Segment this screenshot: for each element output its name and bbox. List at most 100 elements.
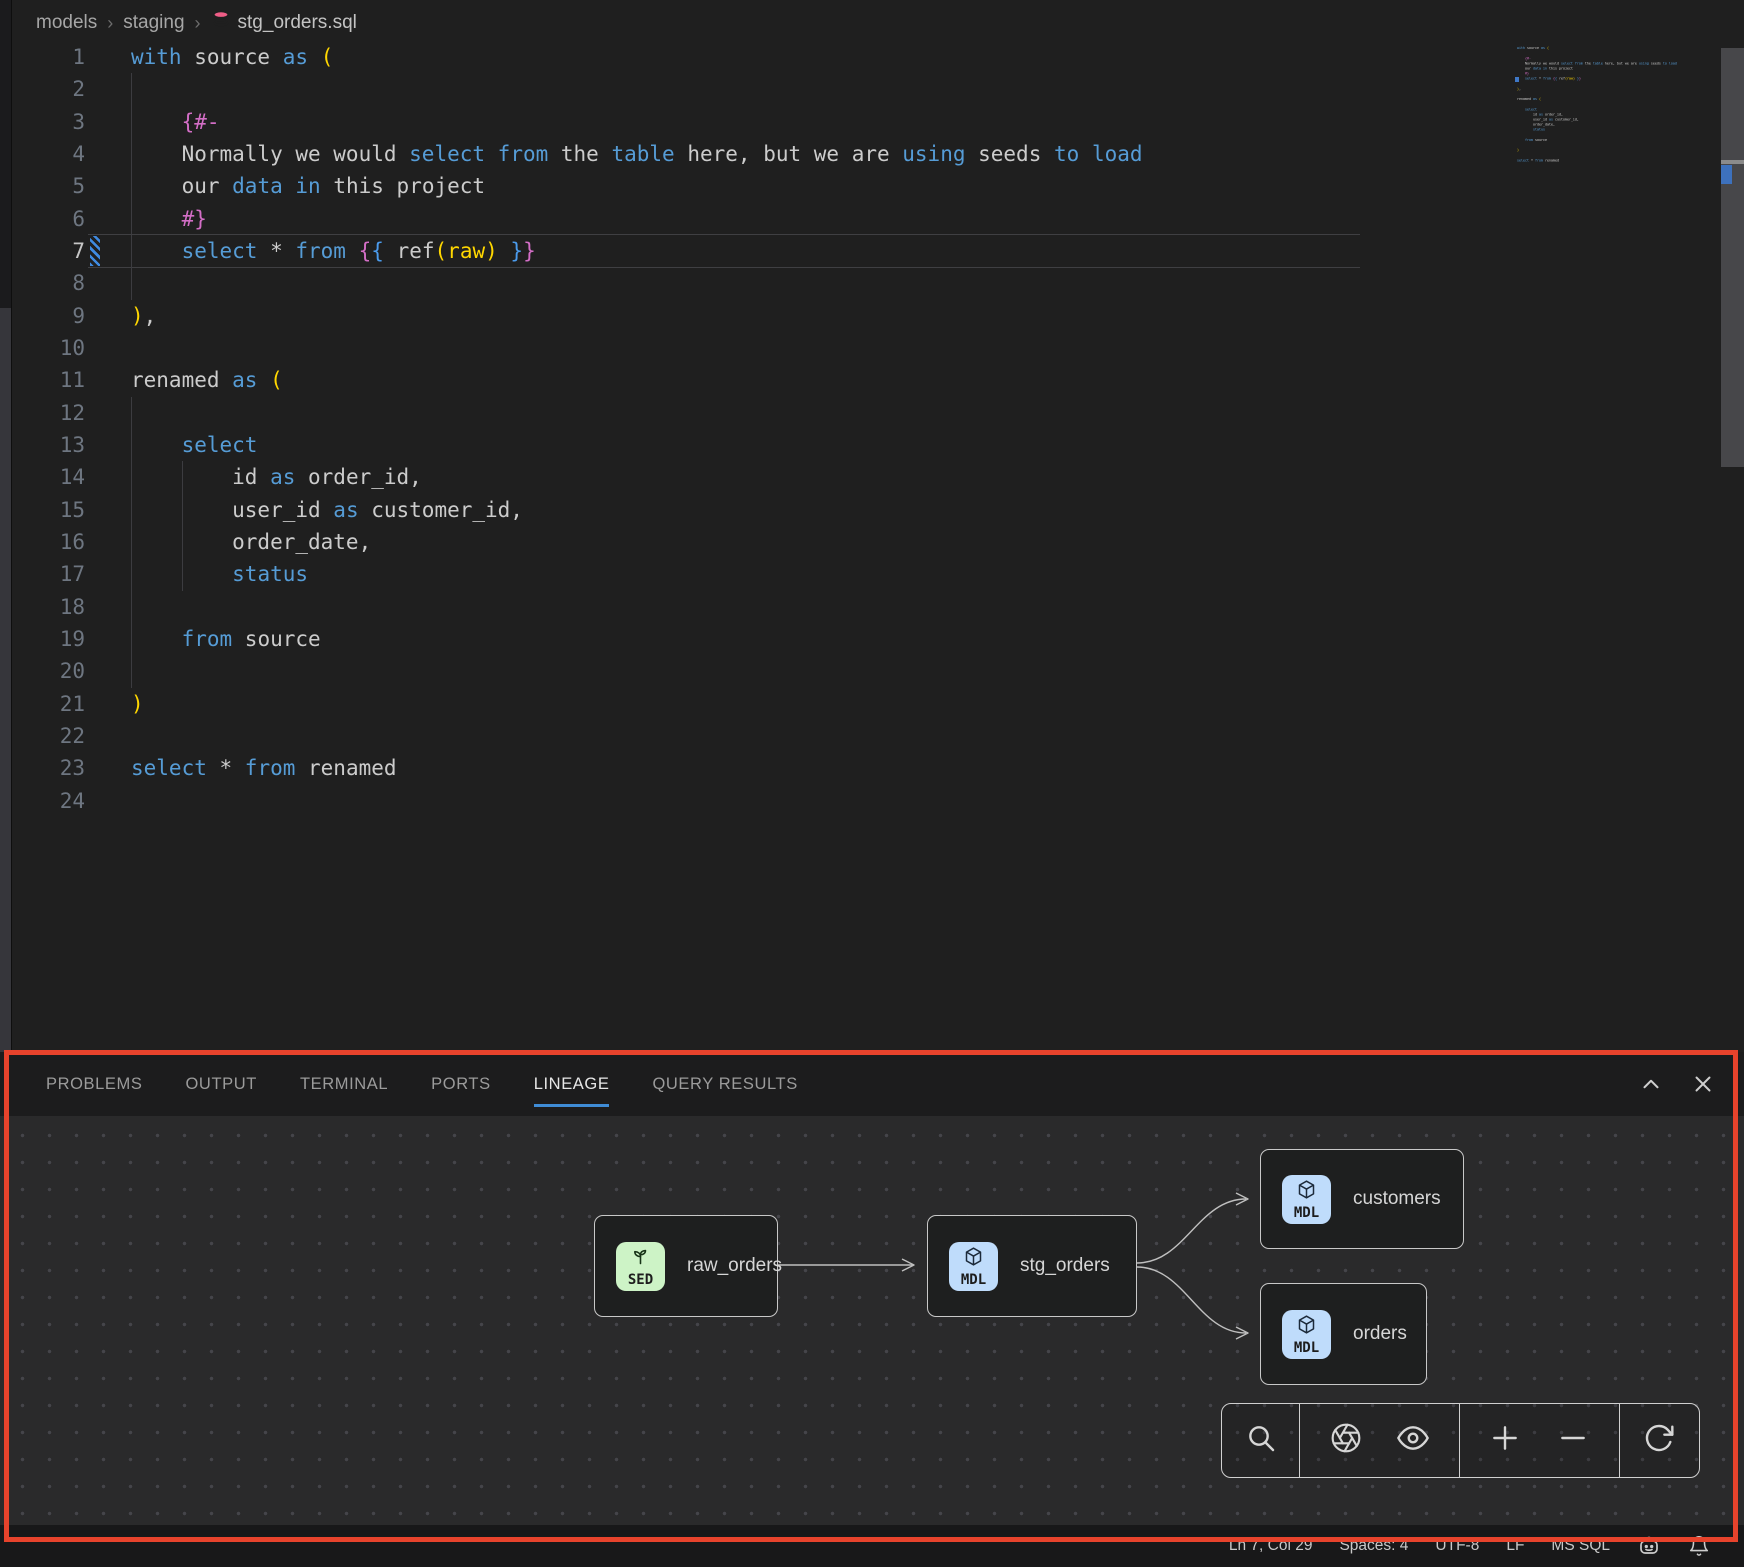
eye-button[interactable] xyxy=(1391,1419,1435,1463)
cube-icon xyxy=(1296,1179,1317,1205)
code-line[interactable]: 4 Normally we would select from the tabl… xyxy=(11,138,1744,170)
breadcrumb-file[interactable]: stg_orders.sql xyxy=(211,10,357,36)
code-text: our data in this project xyxy=(85,170,1744,202)
code-text xyxy=(85,397,1744,429)
lineage-node-customers[interactable]: MDLcustomers xyxy=(1260,1149,1464,1249)
code-text: {#- xyxy=(85,106,1744,138)
code-line[interactable]: 23select * from renamed xyxy=(11,752,1744,784)
panel-tab-ports[interactable]: PORTS xyxy=(431,1071,491,1098)
line-number[interactable]: 23 xyxy=(11,752,85,784)
code-line[interactable]: 20 xyxy=(11,655,1744,687)
scrollbar-slider[interactable] xyxy=(1721,48,1744,467)
code-line[interactable]: 24 xyxy=(11,785,1744,817)
status-item[interactable]: Ln 7, Col 29 xyxy=(1229,1537,1313,1555)
code-text xyxy=(85,591,1744,623)
code-line[interactable]: 10 xyxy=(11,332,1744,364)
copilot-icon[interactable] xyxy=(1637,1534,1661,1558)
code-line[interactable]: 5 our data in this project xyxy=(11,170,1744,202)
search-button[interactable] xyxy=(1239,1419,1283,1463)
lineage-canvas[interactable]: SEDraw_orders MDLstg_orders MDLcustomers MD… xyxy=(0,1116,1744,1525)
panel-maximize-chevron-up-icon[interactable] xyxy=(1638,1071,1664,1097)
status-item[interactable]: LF xyxy=(1506,1537,1524,1555)
badge-label: MDL xyxy=(1294,1341,1319,1355)
zoom-out-button[interactable] xyxy=(1551,1419,1595,1463)
line-number[interactable]: 22 xyxy=(11,720,85,752)
status-item[interactable]: MS SQL xyxy=(1551,1537,1610,1555)
refresh-button[interactable] xyxy=(1637,1419,1681,1463)
code-line[interactable]: 22 xyxy=(11,720,1744,752)
code-line[interactable]: 17 status xyxy=(11,558,1744,590)
minimap[interactable]: with source as ( {#- Normally we would s… xyxy=(1517,46,1719,186)
badge-label: MDL xyxy=(961,1273,986,1287)
code-line[interactable]: 12 xyxy=(11,397,1744,429)
panel-tab-output[interactable]: OUTPUT xyxy=(186,1071,257,1098)
code-line[interactable]: 3 {#- xyxy=(11,106,1744,138)
code-text: ), xyxy=(85,300,1744,332)
panel-tab-problems[interactable]: PROBLEMS xyxy=(46,1071,143,1098)
zoom-in-button[interactable] xyxy=(1483,1419,1527,1463)
panel-tab-lineage[interactable]: LINEAGE xyxy=(534,1071,610,1098)
line-number[interactable]: 1 xyxy=(11,41,85,73)
line-number[interactable]: 24 xyxy=(11,785,85,817)
line-number[interactable]: 7 xyxy=(11,235,85,267)
indent-guide-icon xyxy=(131,138,132,170)
line-number[interactable]: 15 xyxy=(11,494,85,526)
code-line[interactable]: 15 user_id as customer_id, xyxy=(11,494,1744,526)
line-number[interactable]: 8 xyxy=(11,267,85,299)
code-line[interactable]: 21) xyxy=(11,688,1744,720)
code-line[interactable]: 6 #} xyxy=(11,203,1744,235)
code-line[interactable]: 13 select xyxy=(11,429,1744,461)
lineage-node-orders[interactable]: MDLorders xyxy=(1260,1283,1427,1385)
breadcrumb-item[interactable]: models xyxy=(36,12,97,34)
overview-ruler-modified-marker xyxy=(1721,165,1732,184)
model-badge-icon: MDL xyxy=(949,1242,998,1291)
code-text xyxy=(85,720,1744,752)
lineage-node-stg_orders[interactable]: MDLstg_orders xyxy=(927,1215,1137,1317)
code-line[interactable]: 2 xyxy=(11,73,1744,105)
line-number[interactable]: 4 xyxy=(11,138,85,170)
line-number[interactable]: 2 xyxy=(11,73,85,105)
line-number[interactable]: 14 xyxy=(11,461,85,493)
code-line[interactable]: 8 xyxy=(11,267,1744,299)
code-line[interactable]: 1with source as ( xyxy=(11,41,1744,73)
status-item[interactable]: UTF-8 xyxy=(1435,1537,1479,1555)
code-editor[interactable]: 1with source as (23 {#-4 Normally we wou… xyxy=(11,41,1744,817)
code-text xyxy=(85,73,1744,105)
line-number[interactable]: 18 xyxy=(11,591,85,623)
line-number[interactable]: 3 xyxy=(11,106,85,138)
line-number[interactable]: 16 xyxy=(11,526,85,558)
line-number[interactable]: 10 xyxy=(11,332,85,364)
line-number[interactable]: 11 xyxy=(11,364,85,396)
line-number[interactable]: 13 xyxy=(11,429,85,461)
search-icon xyxy=(1245,1422,1277,1459)
line-number[interactable]: 21 xyxy=(11,688,85,720)
code-line[interactable]: 14 id as order_id, xyxy=(11,461,1744,493)
code-line[interactable]: 9), xyxy=(11,300,1744,332)
line-number[interactable]: 12 xyxy=(11,397,85,429)
line-number[interactable]: 19 xyxy=(11,623,85,655)
line-number[interactable]: 20 xyxy=(11,655,85,687)
breadcrumb-item[interactable]: staging xyxy=(123,12,184,34)
eye-icon xyxy=(1397,1422,1429,1459)
aperture-button[interactable] xyxy=(1324,1419,1368,1463)
bell-icon[interactable] xyxy=(1688,1535,1710,1557)
line-number[interactable]: 5 xyxy=(11,170,85,202)
code-line[interactable]: 18 xyxy=(11,591,1744,623)
indent-guide-icon xyxy=(182,558,183,590)
code-line[interactable]: 16 order_date, xyxy=(11,526,1744,558)
panel-tab-query-results[interactable]: QUERY RESULTS xyxy=(652,1071,797,1098)
code-line[interactable]: 7 select * from {{ ref(raw) }} xyxy=(11,235,1744,267)
aperture-icon xyxy=(1330,1422,1362,1459)
code-text xyxy=(85,332,1744,364)
status-item[interactable]: Spaces: 4 xyxy=(1339,1537,1408,1555)
lineage-node-raw_orders[interactable]: SEDraw_orders xyxy=(594,1215,778,1317)
minimap-modified-marker xyxy=(1515,77,1519,82)
line-number[interactable]: 9 xyxy=(11,300,85,332)
code-line[interactable]: 19 from source xyxy=(11,623,1744,655)
panel-tab-terminal[interactable]: TERMINAL xyxy=(300,1071,388,1098)
code-line[interactable]: 11renamed as ( xyxy=(11,364,1744,396)
line-number[interactable]: 6 xyxy=(11,203,85,235)
panel-close-icon[interactable] xyxy=(1690,1071,1716,1097)
line-number[interactable]: 17 xyxy=(11,558,85,590)
indent-guide-icon xyxy=(182,494,183,526)
